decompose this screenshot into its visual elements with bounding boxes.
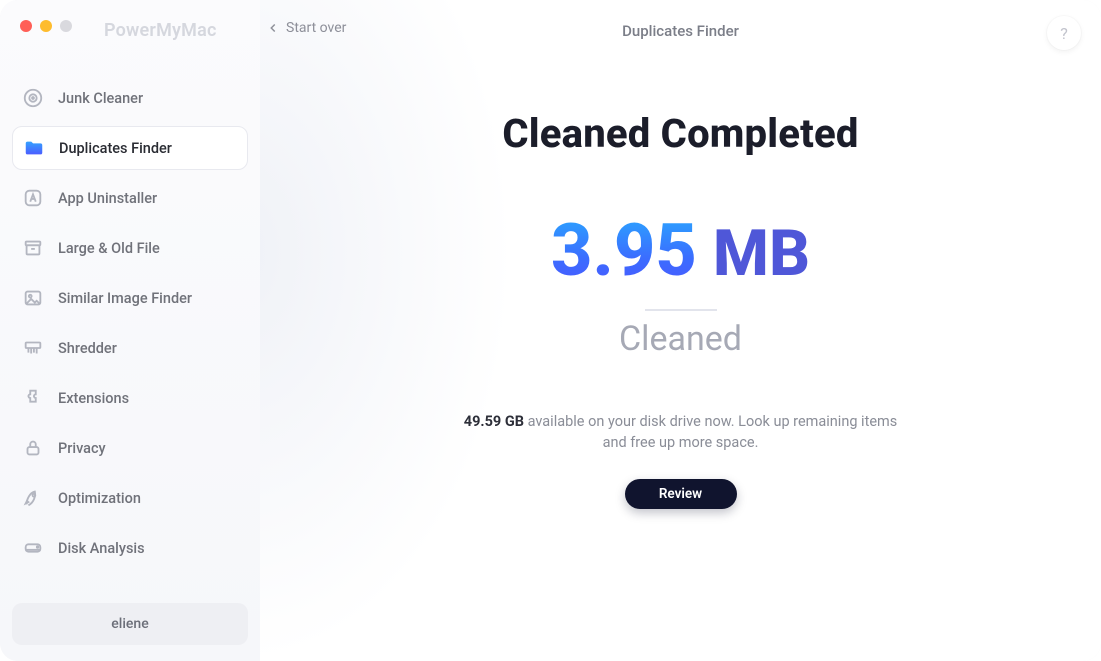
divider: [645, 309, 717, 311]
sidebar-item-label: App Uninstaller: [58, 190, 157, 207]
sidebar-item-label: Shredder: [58, 340, 117, 357]
sidebar: PowerMyMac Junk Cleaner Duplicates Finde…: [0, 0, 260, 661]
main-area: Start over Duplicates Finder ? Cleaned C…: [260, 0, 1101, 661]
close-window-button[interactable]: [20, 20, 32, 32]
free-space-value: 49.59 GB: [464, 413, 524, 430]
cleaned-size-unit: MB: [713, 216, 810, 291]
sidebar-item-extensions[interactable]: Extensions: [12, 376, 248, 420]
folder-duplicate-icon: [23, 137, 45, 159]
archive-icon: [22, 237, 44, 259]
sidebar-item-label: Extensions: [58, 390, 129, 407]
result-panel: Cleaned Completed 3.95 MB Cleaned 49.59 …: [260, 62, 1101, 509]
sidebar-item-label: Disk Analysis: [58, 540, 145, 557]
cleaned-size-value: 3.95: [551, 215, 697, 287]
sidebar-item-optimization[interactable]: Optimization: [12, 476, 248, 520]
topbar: Start over Duplicates Finder ?: [260, 0, 1101, 62]
lock-icon: [22, 437, 44, 459]
question-icon: ?: [1060, 24, 1068, 43]
sidebar-item-junk-cleaner[interactable]: Junk Cleaner: [12, 76, 248, 120]
puzzle-icon: [22, 387, 44, 409]
sidebar-item-large-old-file[interactable]: Large & Old File: [12, 226, 248, 270]
sidebar-item-similar-image-finder[interactable]: Similar Image Finder: [12, 276, 248, 320]
sidebar-item-label: Duplicates Finder: [59, 140, 172, 157]
sidebar-item-disk-analysis[interactable]: Disk Analysis: [12, 526, 248, 570]
start-over-label: Start over: [286, 20, 346, 36]
sidebar-item-privacy[interactable]: Privacy: [12, 426, 248, 470]
image-icon: [22, 287, 44, 309]
user-name: eliene: [111, 616, 148, 632]
start-over-button[interactable]: Start over: [266, 20, 346, 36]
app-icon: [22, 187, 44, 209]
cleaned-sublabel: Cleaned: [260, 319, 1101, 359]
sidebar-item-label: Privacy: [58, 440, 106, 457]
help-button[interactable]: ?: [1047, 16, 1081, 50]
sidebar-item-duplicates-finder[interactable]: Duplicates Finder: [12, 126, 248, 170]
sidebar-nav: Junk Cleaner Duplicates Finder App Unins…: [12, 76, 248, 570]
rocket-icon: [22, 487, 44, 509]
free-space-tail: available on your disk drive now. Look u…: [524, 413, 897, 451]
page-title: Duplicates Finder: [622, 22, 739, 40]
maximize-window-button[interactable]: [60, 20, 72, 32]
user-chip[interactable]: eliene: [12, 603, 248, 645]
sidebar-item-shredder[interactable]: Shredder: [12, 326, 248, 370]
sidebar-item-label: Optimization: [58, 490, 141, 507]
sidebar-item-label: Large & Old File: [58, 240, 160, 257]
app-brand: PowerMyMac: [104, 20, 217, 41]
minimize-window-button[interactable]: [40, 20, 52, 32]
disk-icon: [22, 537, 44, 559]
review-button[interactable]: Review: [625, 479, 737, 509]
free-space-description: 49.59 GB available on your disk drive no…: [461, 411, 901, 453]
cleaned-size: 3.95 MB: [260, 215, 1101, 291]
review-button-label: Review: [659, 486, 702, 502]
chevron-left-icon: [266, 21, 280, 35]
sidebar-item-app-uninstaller[interactable]: App Uninstaller: [12, 176, 248, 220]
sidebar-item-label: Junk Cleaner: [58, 90, 143, 107]
result-headline: Cleaned Completed: [260, 110, 1101, 157]
sidebar-item-label: Similar Image Finder: [58, 290, 192, 307]
target-icon: [22, 87, 44, 109]
shredder-icon: [22, 337, 44, 359]
app-window: PowerMyMac Junk Cleaner Duplicates Finde…: [0, 0, 1101, 661]
